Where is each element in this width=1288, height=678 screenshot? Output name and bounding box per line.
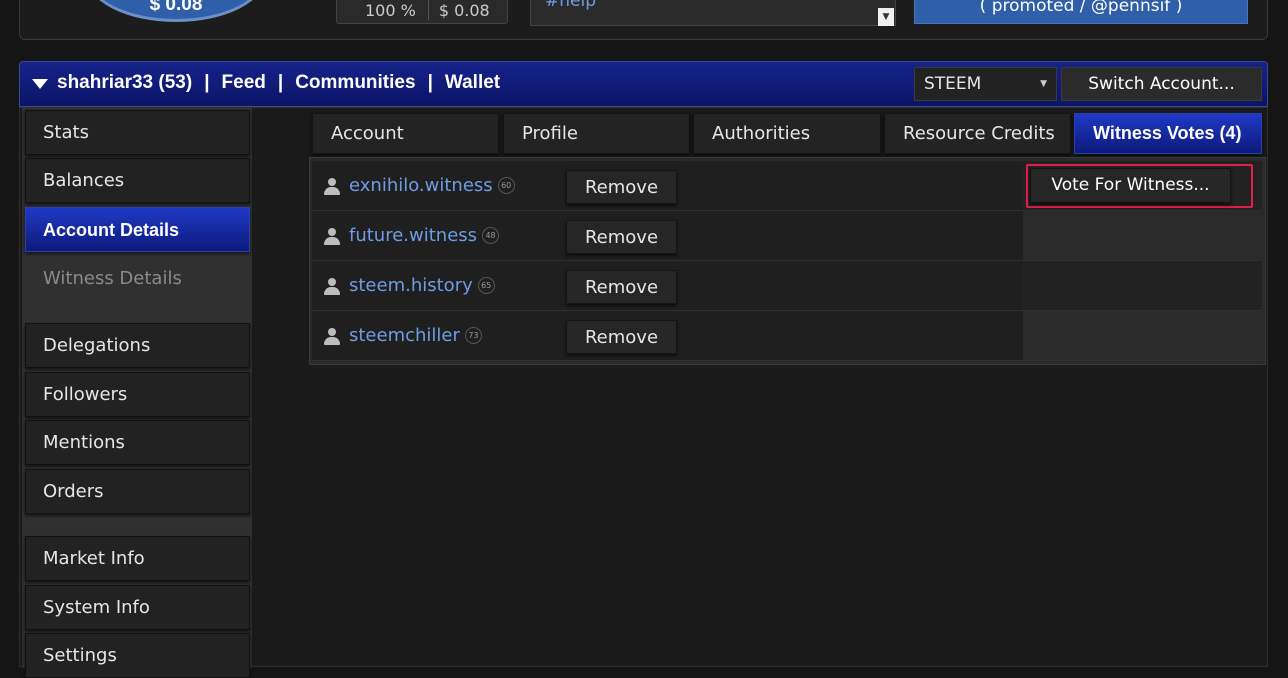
witness-name: steem.history [349, 275, 473, 296]
account-value: $ 0.08 [149, 0, 203, 15]
witness-link[interactable]: exnihilo.witness 60 [349, 175, 515, 196]
voting-power: 100 % [365, 1, 416, 20]
user-icon [323, 328, 341, 346]
vote-for-witness-button[interactable]: Vote For Witness... [1030, 168, 1231, 203]
caret-down-icon[interactable] [32, 79, 48, 89]
witness-cell: steem.history 65 [312, 261, 555, 311]
remove-vote-button[interactable]: Remove [566, 320, 677, 354]
witness-link[interactable]: future.witness 48 [349, 225, 500, 246]
reputation-badge: 73 [464, 327, 482, 344]
tab-witness-votes[interactable]: Witness Votes (4) [1074, 113, 1262, 154]
witness-link[interactable]: steemchiller 73 [349, 325, 482, 346]
sidebar-item-market-info[interactable]: Market Info [25, 536, 250, 581]
wallet-link[interactable]: Wallet [445, 72, 500, 94]
sidebar-item-followers[interactable]: Followers [25, 372, 250, 417]
chain-select[interactable]: STEEM ▼ [914, 67, 1057, 101]
nav-separator: | [427, 72, 433, 93]
user-icon [323, 278, 341, 296]
witness-name: future.witness [349, 225, 478, 246]
dropdown-arrow-icon: ▼ [1040, 79, 1047, 89]
sidebar-item-account-details[interactable]: Account Details [25, 207, 250, 252]
sidebar-item-settings[interactable]: Settings [25, 633, 250, 678]
extra-cell [1023, 311, 1262, 361]
user-icon [323, 228, 341, 246]
search-input-text: #help [545, 0, 596, 11]
switch-account-button[interactable]: Switch Account... [1061, 67, 1262, 101]
remove-vote-button[interactable]: Remove [566, 220, 677, 254]
communities-link[interactable]: Communities [295, 72, 415, 94]
table-row: steemchiller 73 Remove [312, 311, 1262, 361]
witness-name: steemchiller [349, 325, 460, 346]
action-cell: Remove [554, 311, 1024, 361]
promoted-button[interactable]: ( promoted / @pennsif ) [914, 0, 1248, 24]
remove-vote-button[interactable]: Remove [566, 170, 677, 204]
extra-cell [1023, 261, 1262, 311]
sidebar-item-orders[interactable]: Orders [25, 469, 250, 514]
action-cell: Remove [554, 211, 1024, 261]
reputation-badge: 60 [497, 177, 515, 194]
witness-cell: future.witness 48 [312, 211, 555, 261]
action-cell: Remove [554, 261, 1024, 311]
extra-cell [1023, 211, 1262, 261]
action-cell: Remove [554, 161, 1024, 211]
reputation-badge: 48 [482, 227, 500, 244]
sidebar-item-delegations[interactable]: Delegations [25, 323, 250, 368]
witness-link[interactable]: steem.history 65 [349, 275, 495, 296]
table-row: steem.history 65 Remove [312, 261, 1262, 311]
scroll-down-icon[interactable]: ▼ [878, 8, 894, 26]
chain-select-value: STEEM [924, 74, 982, 94]
tab-resource-credits[interactable]: Resource Credits [884, 113, 1071, 154]
sidebar-item-stats[interactable]: Stats [25, 110, 250, 155]
user-icon [323, 178, 341, 196]
nav-separator: | [204, 72, 210, 93]
sidebar-item-system-info[interactable]: System Info [25, 585, 250, 630]
witness-cell: exnihilo.witness 60 [312, 161, 555, 211]
table-row: future.witness 48 Remove [312, 211, 1262, 261]
sidebar-item-balances[interactable]: Balances [25, 158, 250, 203]
feed-link[interactable]: Feed [222, 72, 266, 94]
nav-separator: | [277, 72, 284, 93]
tab-authorities[interactable]: Authorities [693, 113, 881, 154]
account-nav: shahriar33 (53) | Feed | Communities | W… [32, 72, 500, 94]
voting-power-box: 100 % $ 0.08 [336, 0, 508, 24]
tab-account[interactable]: Account [312, 113, 499, 154]
sidebar-item-mentions[interactable]: Mentions [25, 420, 250, 465]
witness-name: exnihilo.witness [349, 175, 493, 196]
witness-cell: steemchiller 73 [312, 311, 555, 361]
account-link[interactable]: shahriar33 (53) [57, 72, 192, 94]
sidebar-item-witness-details: Witness Details [25, 256, 250, 301]
tab-profile[interactable]: Profile [503, 113, 690, 154]
reputation-badge: 65 [477, 277, 495, 294]
vote-value: $ 0.08 [438, 1, 490, 20]
remove-vote-button[interactable]: Remove [566, 270, 677, 304]
